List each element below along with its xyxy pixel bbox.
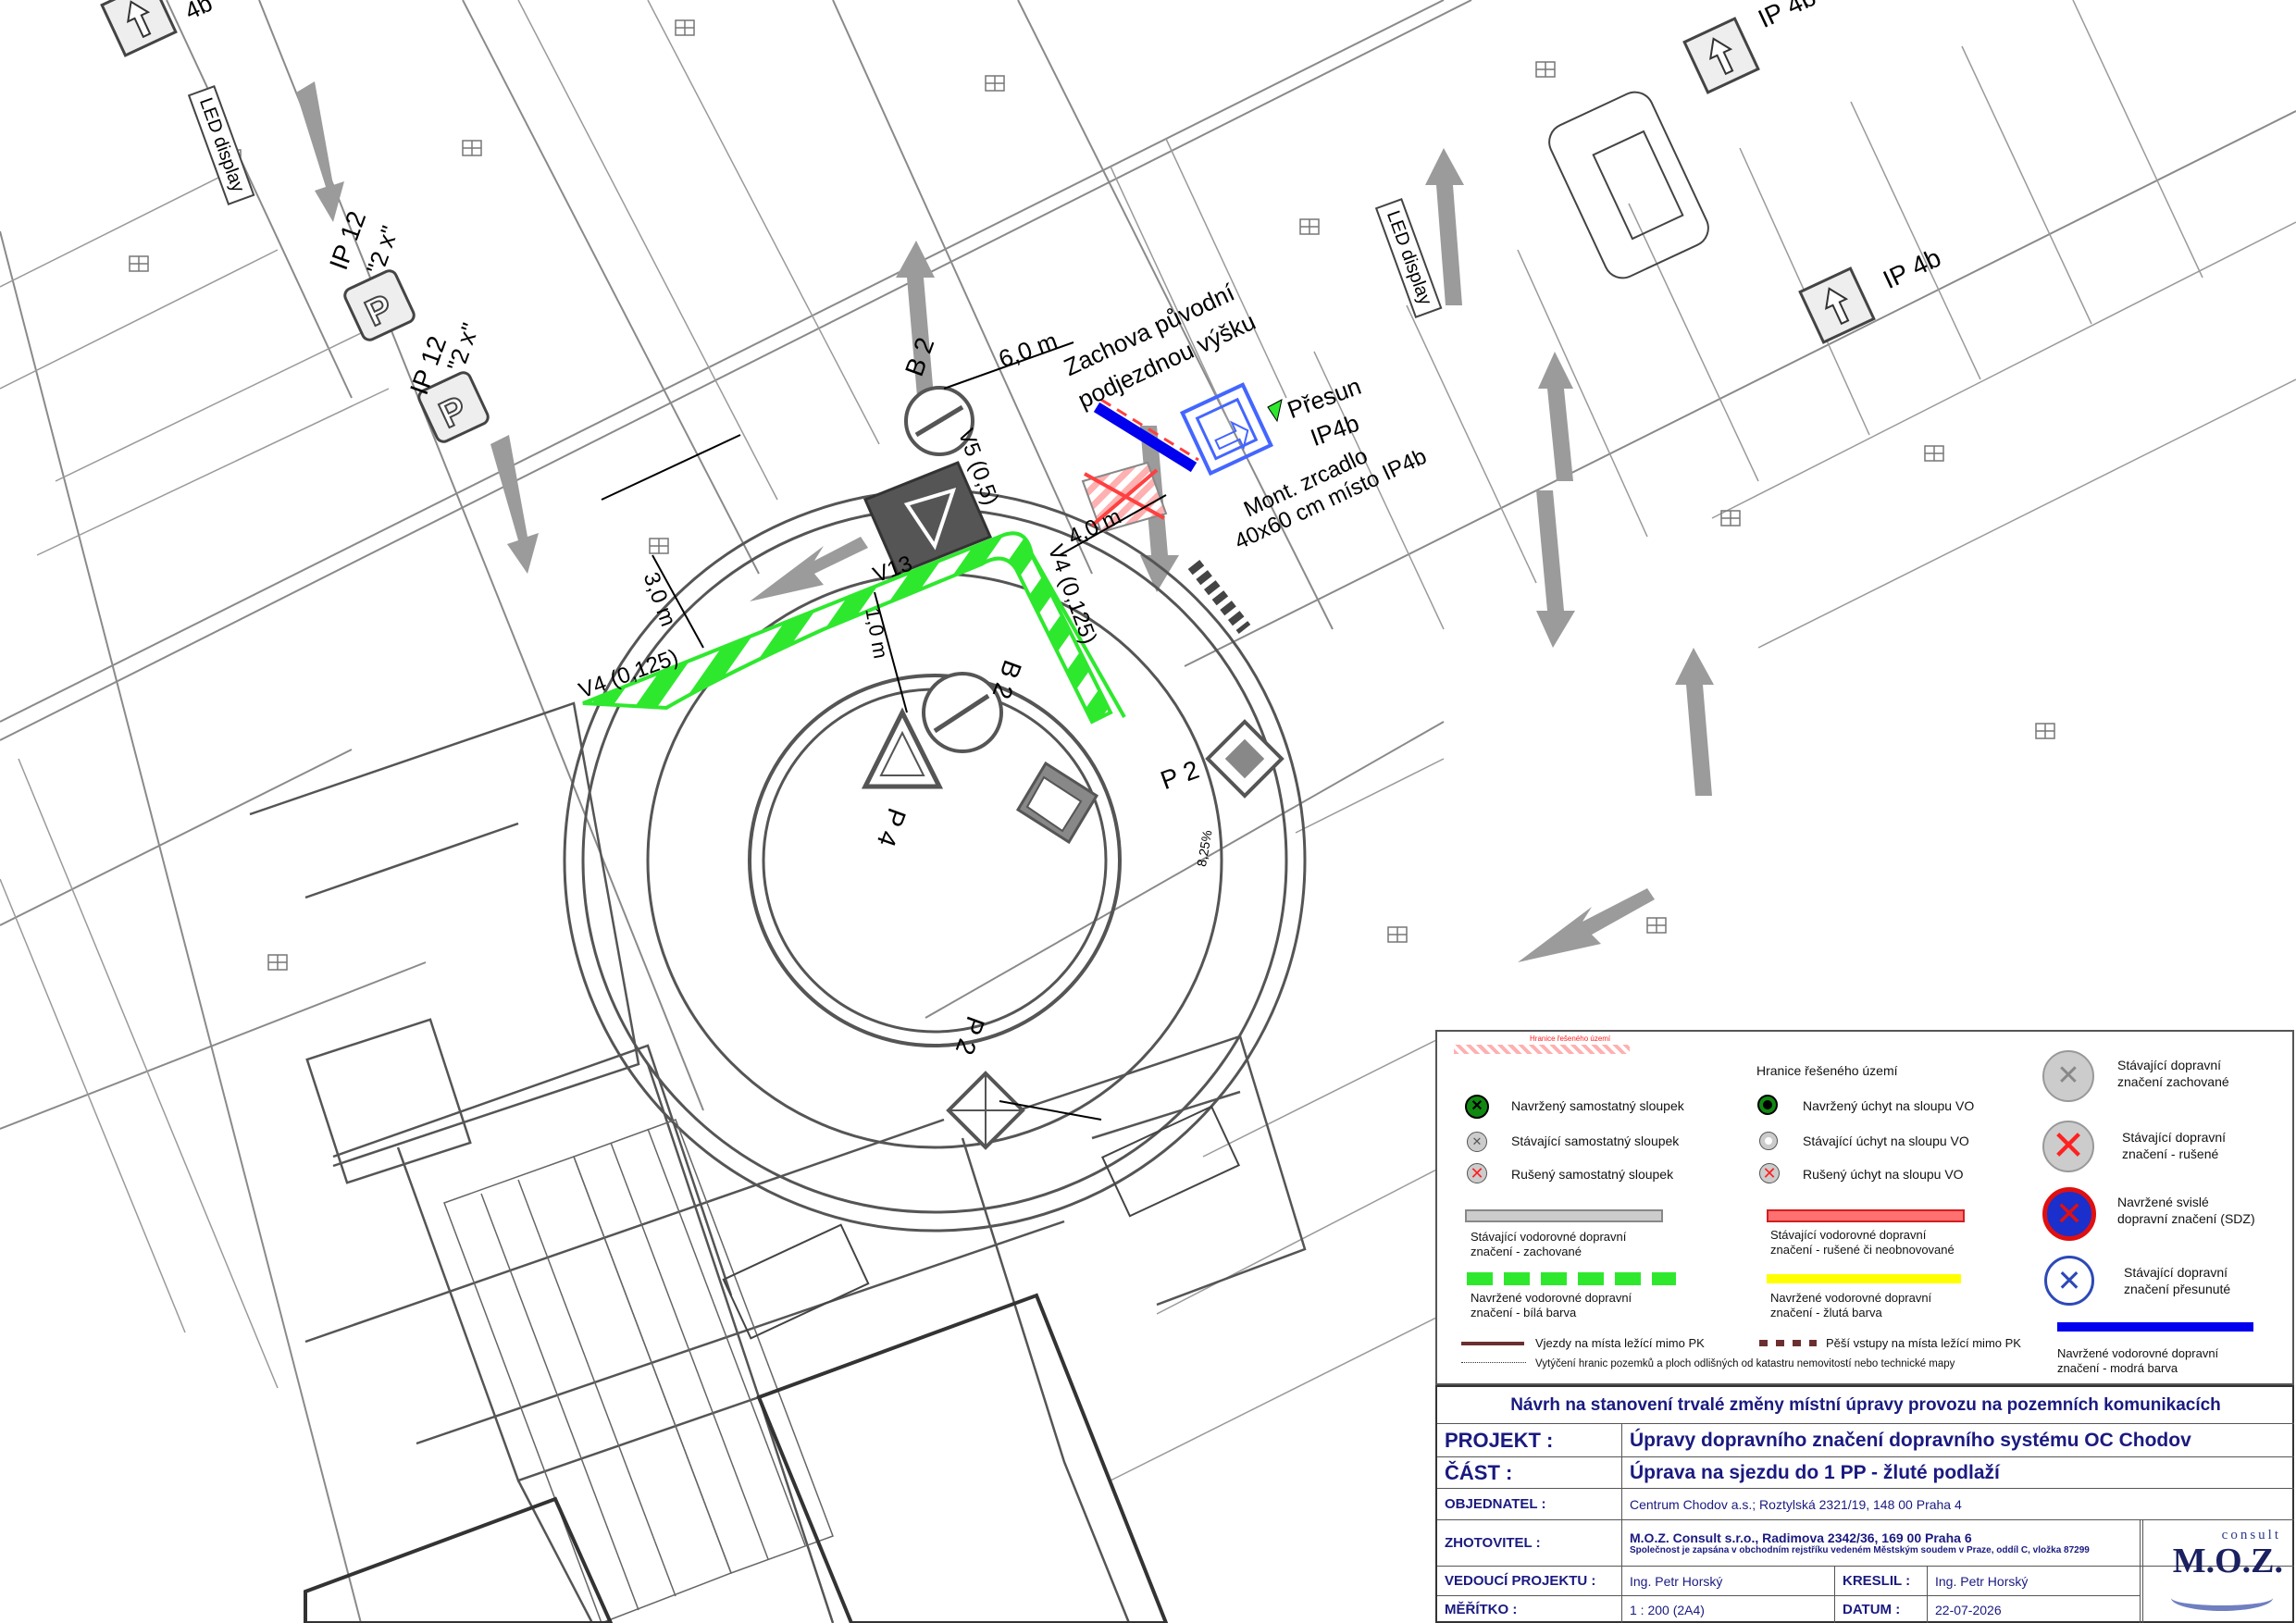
entrance-swatch — [1461, 1342, 1524, 1345]
part-row: ČÁST : Úprava na sjezdu do 1 PP - žluté … — [1437, 1457, 2294, 1489]
yellow-marking-swatch — [1767, 1274, 1961, 1283]
drawn-label: KRESLIL : — [1835, 1567, 1928, 1595]
logo-wave-icon — [2171, 1585, 2273, 1611]
client-row: OBJEDNATEL : Centrum Chodov a.s.; Roztyl… — [1437, 1489, 2294, 1520]
project-label: PROJEKT : — [1437, 1424, 1622, 1456]
title-header-row: Návrh na stanovení trvalé změny místní ú… — [1437, 1387, 2294, 1424]
contractor-note: Společnost je zapsána v obchodním rejstř… — [1630, 1544, 2090, 1555]
new-mount-icon — [1757, 1095, 1778, 1115]
client-value: Centrum Chodov a.s.; Roztylská 2321/19, … — [1630, 1496, 1962, 1512]
scale-value: 1 : 200 (2A4) — [1622, 1596, 1835, 1623]
removed-mount-label: Rušený úchyt na sloupu VO — [1803, 1167, 1964, 1182]
part-value: Úprava na sjezdu do 1 PP - žluté podlaží — [1630, 1461, 2000, 1483]
contractor-cell: M.O.Z. Consult s.r.o., Radimova 2342/36,… — [1622, 1520, 2141, 1566]
blue-marking-label-2: značení - modrá barva — [2057, 1361, 2178, 1375]
date-label: DATUM : — [1835, 1596, 1928, 1623]
cancelled-sign-label-2: značení - rušené — [2122, 1146, 2219, 1161]
existing-mount-label: Stávající úchyt na sloupu VO — [1803, 1134, 1969, 1148]
blue-marking-label-1: Navržené vodorovné dopravní — [2057, 1346, 2219, 1360]
existing-sign-label-2: značení zachované — [2117, 1074, 2229, 1089]
pedestrian-swatch — [1759, 1340, 1817, 1346]
new-post-label: Navržený samostatný sloupek — [1511, 1098, 1684, 1113]
sign-ip4b-corner — [100, 0, 178, 57]
drawn-value: Ing. Petr Horský — [1928, 1567, 2141, 1595]
cancelled-marking-label-1: Stávající vodorovné dopravní — [1770, 1228, 1927, 1242]
yellow-marking-label-1: Navržené vodorovné dopravní — [1770, 1291, 1932, 1305]
existing-marking-swatch — [1465, 1209, 1663, 1222]
project-row: PROJEKT : Úpravy dopravního značení dopr… — [1437, 1424, 2294, 1457]
moved-sign-icon: ✕ — [2044, 1256, 2094, 1306]
new-mount-label: Navržený úchyt na sloupu VO — [1803, 1098, 1975, 1113]
move-pointer-icon — [1267, 399, 1283, 423]
moved-ip4b-sign — [1179, 382, 1273, 477]
lead-label: VEDOUCÍ PROJEKTU : — [1437, 1567, 1622, 1595]
building-blocks — [304, 1293, 1169, 1623]
scale-row: MĚŘÍTKO : 1 : 200 (2A4) DATUM : 22-07-20… — [1437, 1596, 2141, 1623]
moved-sign-label-2: značení přesunuté — [2124, 1282, 2231, 1296]
removed-post-label: Rušený samostatný sloupek — [1511, 1167, 1674, 1182]
boundary-small-label: Hranice řešeného území — [1530, 1035, 1611, 1043]
contractor-value: M.O.Z. Consult s.r.o., Radimova 2342/36,… — [1630, 1530, 1972, 1545]
white-marking-label-1: Navržené vodorovné dopravní — [1471, 1291, 1632, 1305]
existing-sign-icon: ✕ — [2042, 1050, 2094, 1102]
direction-arrows — [296, 81, 1714, 962]
sign-ip4b-top — [1682, 17, 1760, 94]
survey-swatch — [1461, 1362, 1526, 1363]
new-vertical-sign-label-1: Navržené svislé — [2117, 1195, 2209, 1209]
lead-value: Ing. Petr Horský — [1622, 1567, 1835, 1595]
new-vertical-sign-label-2: dopravní značení (SDZ) — [2117, 1211, 2255, 1226]
scale-label: MĚŘÍTKO : — [1437, 1596, 1622, 1623]
yellow-marking-label-2: značení - žlutá barva — [1770, 1306, 1882, 1319]
client-label: OBJEDNATEL : — [1437, 1489, 1622, 1519]
date-value: 22-07-2026 — [1928, 1596, 2141, 1623]
title-block: Návrh na stanovení trvalé změny místní ú… — [1435, 1385, 2294, 1623]
existing-post-icon: ✕ — [1467, 1132, 1487, 1152]
moz-logo: consult M.O.Z. — [2142, 1520, 2294, 1623]
lead-row: VEDOUCÍ PROJEKTU : Ing. Petr Horský KRES… — [1437, 1567, 2141, 1596]
barrier-hatched — [1187, 560, 1251, 634]
contractor-label: ZHOTOVITEL : — [1437, 1520, 1622, 1566]
sign-ip12-a: P — [343, 269, 416, 341]
existing-marking-label-1: Stávající vodorovné dopravní — [1471, 1230, 1627, 1244]
part-label: ČÁST : — [1437, 1457, 1622, 1488]
legend-panel: Hranice řešeného území Hranice řešeného … — [1435, 1030, 2294, 1385]
cancelled-marking-swatch — [1767, 1209, 1965, 1222]
cancelled-sign-label-1: Stávající dopravní — [2122, 1130, 2227, 1145]
cancelled-marking-label-2: značení - rušené či neobnovované — [1770, 1243, 1955, 1257]
sign-p2-diamond-right — [1205, 719, 1285, 799]
removed-mount-icon: ✕ — [1759, 1163, 1780, 1183]
new-post-icon: ✕ — [1465, 1095, 1489, 1119]
existing-post-label: Stávající samostatný sloupek — [1511, 1134, 1680, 1148]
project-value: Úpravy dopravního značení dopravního sys… — [1630, 1429, 2191, 1451]
pedestrian-label: Pěší vstupy na místa ležící mimo PK — [1826, 1336, 2021, 1350]
logo-main: M.O.Z. — [2172, 1542, 2283, 1580]
moved-sign-label-1: Stávající dopravní — [2124, 1265, 2228, 1280]
white-marking-swatch — [1467, 1272, 1676, 1285]
new-vertical-sign-icon: ✕ — [2042, 1187, 2096, 1241]
existing-sign-label-1: Stávající dopravní — [2117, 1058, 2222, 1072]
sign-diamond-center — [1015, 761, 1099, 845]
title-header: Návrh na stanovení trvalé změny místní ú… — [1510, 1394, 2221, 1415]
removed-post-icon: ✕ — [1467, 1163, 1487, 1183]
blue-marking-swatch — [2057, 1322, 2253, 1332]
existing-marking-label-2: značení - zachované — [1471, 1245, 1582, 1258]
entrance-label: Vjezdy na místa ležící mimo PK — [1535, 1336, 1705, 1350]
existing-mount-icon — [1759, 1132, 1778, 1150]
sign-ip4b-right — [1798, 266, 1876, 344]
survey-label: Vytýčení hranic pozemků a ploch odlišnýc… — [1535, 1358, 1955, 1369]
cancelled-sign-icon: ✕ — [2042, 1121, 2094, 1172]
boundary-label: Hranice řešeného území — [1756, 1063, 1898, 1078]
white-marking-label-2: značení - bílá barva — [1471, 1306, 1577, 1319]
